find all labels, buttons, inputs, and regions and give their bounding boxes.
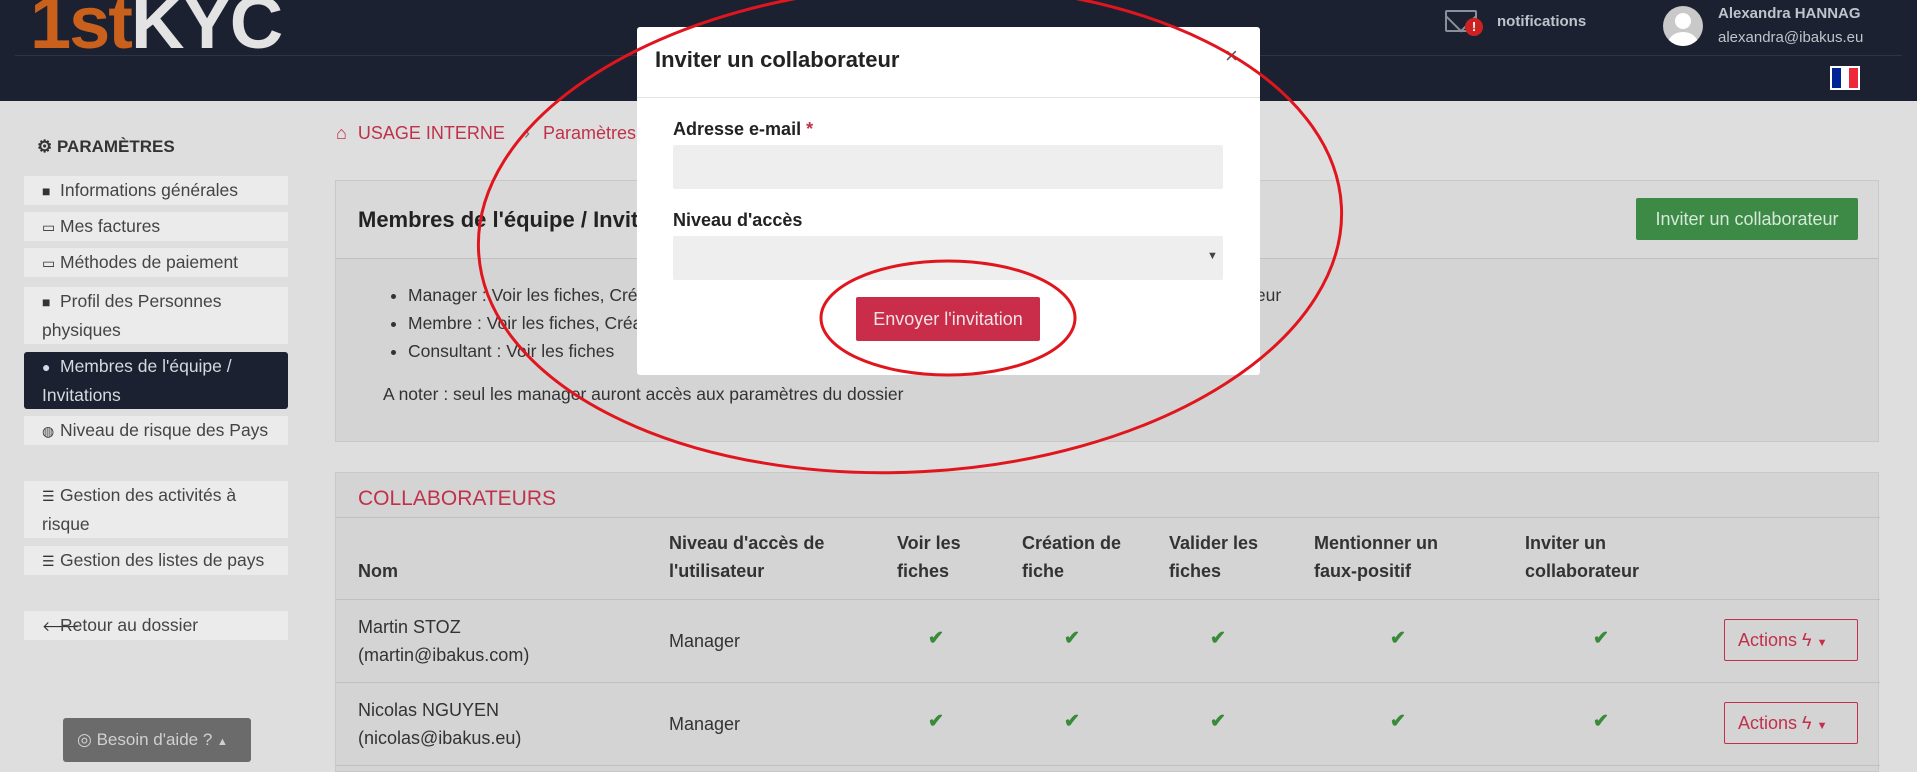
- col-header-access-level: Niveau d'accès de l'utilisateur: [669, 533, 825, 581]
- modal-title: Inviter un collaborateur: [655, 47, 900, 72]
- home-icon: ⌂: [336, 123, 347, 143]
- invite-modal: Inviter un collaborateur × Adresse e-mai…: [637, 27, 1260, 375]
- close-icon[interactable]: ×: [1225, 43, 1238, 69]
- sidebar-item-team-members[interactable]: ● Membres de l'équipe / Invitations: [24, 352, 288, 409]
- actions-dropdown-button[interactable]: Actions ϟ ▼: [1724, 619, 1858, 661]
- check-icon: ✔: [1390, 711, 1406, 732]
- sidebar-item-invoices[interactable]: ▭ Mes factures: [24, 212, 288, 241]
- breadcrumb-home[interactable]: USAGE INTERNE: [358, 123, 505, 143]
- check-icon: ✔: [1064, 628, 1080, 649]
- actions-dropdown-button[interactable]: Actions ϟ ▼: [1724, 702, 1858, 744]
- sidebar-item-payment-methods[interactable]: ▭ Méthodes de paiement: [24, 248, 288, 277]
- breadcrumb-separator: ›: [523, 123, 530, 143]
- collaborators-title: COLLABORATEURS: [358, 487, 556, 510]
- credit-card-icon: ▭: [42, 219, 56, 235]
- row-email: (martin@ibakus.com): [358, 645, 530, 665]
- table-divider: [336, 682, 1880, 683]
- table-divider: [336, 765, 1880, 766]
- lifebuoy-icon: ◎: [77, 730, 92, 749]
- table-divider: [336, 517, 1880, 518]
- bolt-icon: ϟ: [1802, 630, 1812, 650]
- users-icon: ●: [42, 359, 51, 375]
- sidebar-title: ⚙ PARAMÈTRES: [37, 137, 175, 156]
- user-name[interactable]: Alexandra HANNAG: [1718, 5, 1861, 22]
- folder-icon: ■: [42, 183, 51, 199]
- user-avatar[interactable]: [1663, 6, 1703, 46]
- check-icon: ✔: [928, 628, 944, 649]
- list-icon: ☰: [42, 488, 55, 504]
- sidebar-item-country-risk[interactable]: ◍ Niveau de risque des Pays: [24, 416, 288, 445]
- table-divider: [336, 599, 1880, 600]
- access-level-label: Niveau d'accès: [673, 210, 803, 230]
- list-icon: ☰: [42, 553, 55, 569]
- email-label: Adresse e-mail *: [673, 119, 814, 139]
- flag-red: [1849, 68, 1859, 88]
- notifications-icon[interactable]: !: [1445, 8, 1505, 42]
- flag-blue: [1832, 68, 1841, 88]
- gear-icon: ⚙: [37, 137, 53, 156]
- row-access-level: Manager: [669, 714, 741, 734]
- help-button[interactable]: ◎ Besoin d'aide ? ▲: [63, 718, 251, 762]
- col-header-view: Voir les fiches: [897, 533, 961, 581]
- check-icon: ✔: [1593, 711, 1609, 732]
- row-name: Nicolas NGUYEN: [358, 700, 500, 720]
- check-icon: ✔: [1210, 628, 1226, 649]
- col-header-name: Nom: [358, 561, 398, 581]
- manager-note: A noter : seul les manager auront accès …: [383, 384, 904, 404]
- globe-icon: ◍: [42, 423, 55, 439]
- breadcrumb-settings[interactable]: Paramètres: [543, 123, 636, 143]
- check-icon: ✔: [928, 711, 944, 732]
- collaborators-card: COLLABORATEURS Nom Niveau d'accès de l'u…: [335, 472, 1880, 772]
- caret-down-icon: ▼: [1816, 637, 1828, 649]
- col-header-invite: Inviter un collaborateur: [1525, 533, 1640, 581]
- check-icon: ✔: [1210, 711, 1226, 732]
- user-email: alexandra@ibakus.eu: [1718, 29, 1864, 46]
- modal-divider: [637, 97, 1260, 98]
- row-email: (nicolas@ibakus.eu): [358, 728, 522, 748]
- row-access-level: Manager: [669, 631, 741, 651]
- access-level-select[interactable]: [673, 236, 1223, 280]
- check-icon: ✔: [1593, 628, 1609, 649]
- sidebar-item-general-info[interactable]: ■ Informations générales: [24, 176, 288, 205]
- check-icon: ✔: [1390, 628, 1406, 649]
- caret-down-icon: ▼: [1816, 720, 1828, 732]
- row-name: Martin STOZ: [358, 617, 461, 637]
- required-mark: *: [806, 119, 814, 139]
- notifications-link[interactable]: notifications: [1497, 13, 1586, 30]
- sidebar-item-risk-activities[interactable]: ☰ Gestion des activités à risque: [24, 481, 288, 538]
- credit-card-icon: ▭: [42, 255, 56, 271]
- sidebar-item-back-to-folder[interactable]: 🡐Retour au dossier: [24, 611, 288, 640]
- email-field[interactable]: [673, 145, 1223, 189]
- app-logo[interactable]: 1stKYC: [30, 0, 283, 60]
- send-invitation-button[interactable]: Envoyer l'invitation: [856, 297, 1040, 341]
- col-header-false-positive: Mentionner un faux-positif: [1314, 533, 1438, 581]
- col-header-validate: Valider les fiches: [1169, 533, 1259, 581]
- flag-white: [1840, 68, 1850, 88]
- chevron-down-icon: ▼: [1207, 250, 1218, 262]
- notification-badge: !: [1465, 18, 1483, 36]
- folder-icon: ■: [42, 294, 51, 310]
- arrow-left-icon: 🡐: [42, 618, 80, 634]
- bolt-icon: ϟ: [1802, 713, 1812, 733]
- col-header-create: Création de fiche: [1022, 533, 1122, 581]
- invite-collaborator-button[interactable]: Inviter un collaborateur: [1636, 198, 1858, 240]
- sidebar-item-country-lists[interactable]: ☰ Gestion des listes de pays: [24, 546, 288, 575]
- sidebar-item-person-profile[interactable]: ■ Profil des Personnes physiques: [24, 287, 288, 344]
- french-flag-icon[interactable]: [1830, 66, 1860, 90]
- caret-up-icon: ▲: [217, 736, 228, 748]
- check-icon: ✔: [1064, 711, 1080, 732]
